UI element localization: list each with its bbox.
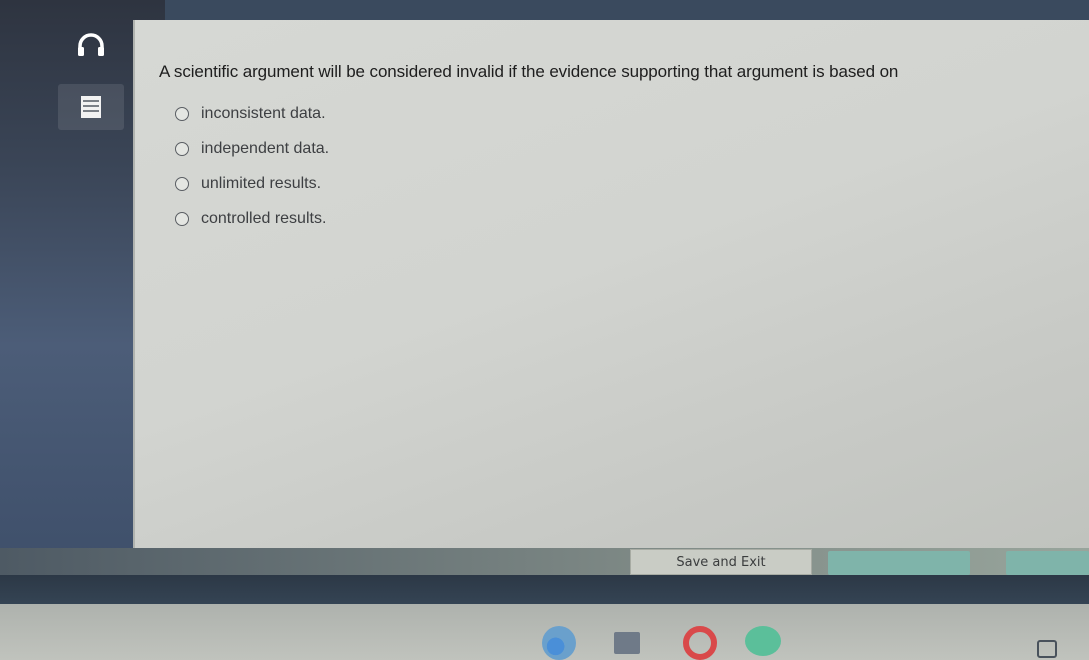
notepad-icon <box>81 96 101 118</box>
answer-choice-a[interactable]: inconsistent data. <box>175 96 329 131</box>
app-ring-icon[interactable] <box>683 626 717 660</box>
chat-app-icon[interactable] <box>745 626 781 656</box>
notepad-button[interactable] <box>58 84 124 130</box>
answer-choice-b[interactable]: independent data. <box>175 131 329 166</box>
headphones-icon <box>78 33 104 56</box>
submit-button[interactable] <box>1006 551 1089 575</box>
radio-button[interactable] <box>175 106 189 121</box>
files-icon[interactable] <box>614 632 640 654</box>
question-panel: A scientific argument will be considered… <box>133 20 1089 575</box>
choice-label: unlimited results. <box>201 174 322 192</box>
choice-label: controlled results. <box>201 209 327 227</box>
choice-label: inconsistent data. <box>201 104 326 122</box>
answer-choice-c[interactable]: unlimited results. <box>175 166 329 201</box>
audio-button[interactable] <box>58 22 124 68</box>
radio-button[interactable] <box>175 176 189 191</box>
answer-choices: inconsistent data. independent data. unl… <box>175 96 329 236</box>
choice-label: independent data. <box>201 139 330 157</box>
save-and-exit-button[interactable]: Save and Exit <box>630 549 812 575</box>
radio-button[interactable] <box>175 211 189 226</box>
tray-icon[interactable] <box>1037 640 1057 658</box>
answer-choice-d[interactable]: controlled results. <box>175 201 329 236</box>
question-text: A scientific argument will be considered… <box>159 62 899 81</box>
next-button[interactable] <box>828 551 970 575</box>
browser-icon[interactable] <box>542 626 576 660</box>
radio-button[interactable] <box>175 141 189 156</box>
